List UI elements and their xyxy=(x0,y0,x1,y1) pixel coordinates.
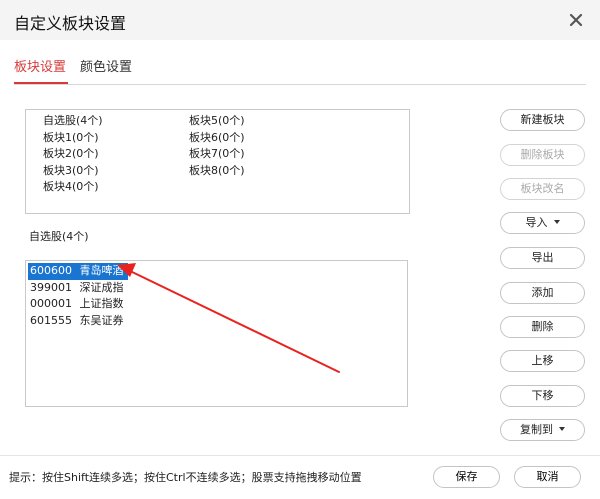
copy-to-label: 复制到 xyxy=(520,423,553,436)
stock-code: 399001 xyxy=(30,280,72,294)
stock-row[interactable]: 600600 青岛啤酒 xyxy=(28,263,128,280)
block-column-1: 自选股(4个) 板块1(0个) 板块2(0个) 板块3(0个) 板块4(0个) xyxy=(43,113,103,196)
stock-code: 601555 xyxy=(30,313,72,327)
stock-name: 深证成指 xyxy=(79,280,124,294)
stock-name: 东吴证券 xyxy=(79,313,124,327)
stock-row[interactable]: 000001 上证指数 xyxy=(28,296,128,313)
export-button[interactable]: 导出 xyxy=(500,247,585,269)
block-item-3[interactable]: 板块3(0个) xyxy=(43,163,103,180)
block-item-8[interactable]: 板块8(0个) xyxy=(189,163,245,180)
footer-tip: 提示：按住Shift连续多选；按住Ctrl不连续多选；股票支持拖拽移动位置 xyxy=(9,471,362,484)
delete-button[interactable]: 删除 xyxy=(500,316,585,338)
block-item-1[interactable]: 板块1(0个) xyxy=(43,130,103,147)
block-list[interactable]: 自选股(4个) 板块1(0个) 板块2(0个) 板块3(0个) 板块4(0个) … xyxy=(25,109,410,214)
chevron-down-icon xyxy=(559,427,565,431)
add-button[interactable]: 添加 xyxy=(500,282,585,304)
selected-block-label: 自选股(4个) xyxy=(29,230,89,243)
import-button[interactable]: 导入 xyxy=(500,212,585,234)
block-item-4[interactable]: 板块4(0个) xyxy=(43,179,103,196)
stock-name: 上证指数 xyxy=(79,297,124,310)
move-up-button[interactable]: 上移 xyxy=(500,350,585,372)
footer-divider xyxy=(0,455,600,456)
stock-name: 青岛啤酒 xyxy=(79,264,124,277)
block-column-2: 板块5(0个) 板块6(0个) 板块7(0个) 板块8(0个) xyxy=(189,113,245,179)
block-item-self-selected[interactable]: 自选股(4个) xyxy=(43,113,103,130)
import-label: 导入 xyxy=(525,216,548,229)
block-item-5[interactable]: 板块5(0个) xyxy=(189,113,245,130)
stock-row[interactable]: 601555 东吴证券 xyxy=(28,313,128,330)
move-down-button[interactable]: 下移 xyxy=(500,385,585,407)
block-item-6[interactable]: 板块6(0个) xyxy=(189,130,245,147)
chevron-down-icon xyxy=(553,220,560,224)
stock-code: 000001 xyxy=(30,297,72,310)
copy-to-button[interactable]: 复制到 xyxy=(500,419,585,441)
cancel-button[interactable]: 取消 xyxy=(514,466,581,488)
tab-divider xyxy=(14,84,586,85)
tab-color-settings[interactable]: 颜色设置 xyxy=(80,56,132,75)
stock-code: 600600 xyxy=(30,264,72,277)
title-bar: 自定义板块设置 xyxy=(0,0,600,40)
stock-row[interactable]: 399001 深证成指 xyxy=(28,280,128,297)
save-button[interactable]: 保存 xyxy=(433,466,500,488)
new-block-button[interactable]: 新建板块 xyxy=(500,109,585,131)
tab-block-settings[interactable]: 板块设置 xyxy=(14,56,66,75)
tab-bar: 板块设置 颜色设置 xyxy=(0,40,600,84)
rename-block-button[interactable]: 板块改名 xyxy=(500,178,585,200)
block-item-2[interactable]: 板块2(0个) xyxy=(43,146,103,163)
stock-list[interactable]: 600600 青岛啤酒 399001 深证成指 000001 上证指数 6015… xyxy=(25,260,408,407)
dialog-title: 自定义板块设置 xyxy=(14,14,127,33)
delete-block-button[interactable]: 删除板块 xyxy=(500,144,585,166)
close-icon[interactable] xyxy=(568,12,584,28)
block-item-7[interactable]: 板块7(0个) xyxy=(189,146,245,163)
